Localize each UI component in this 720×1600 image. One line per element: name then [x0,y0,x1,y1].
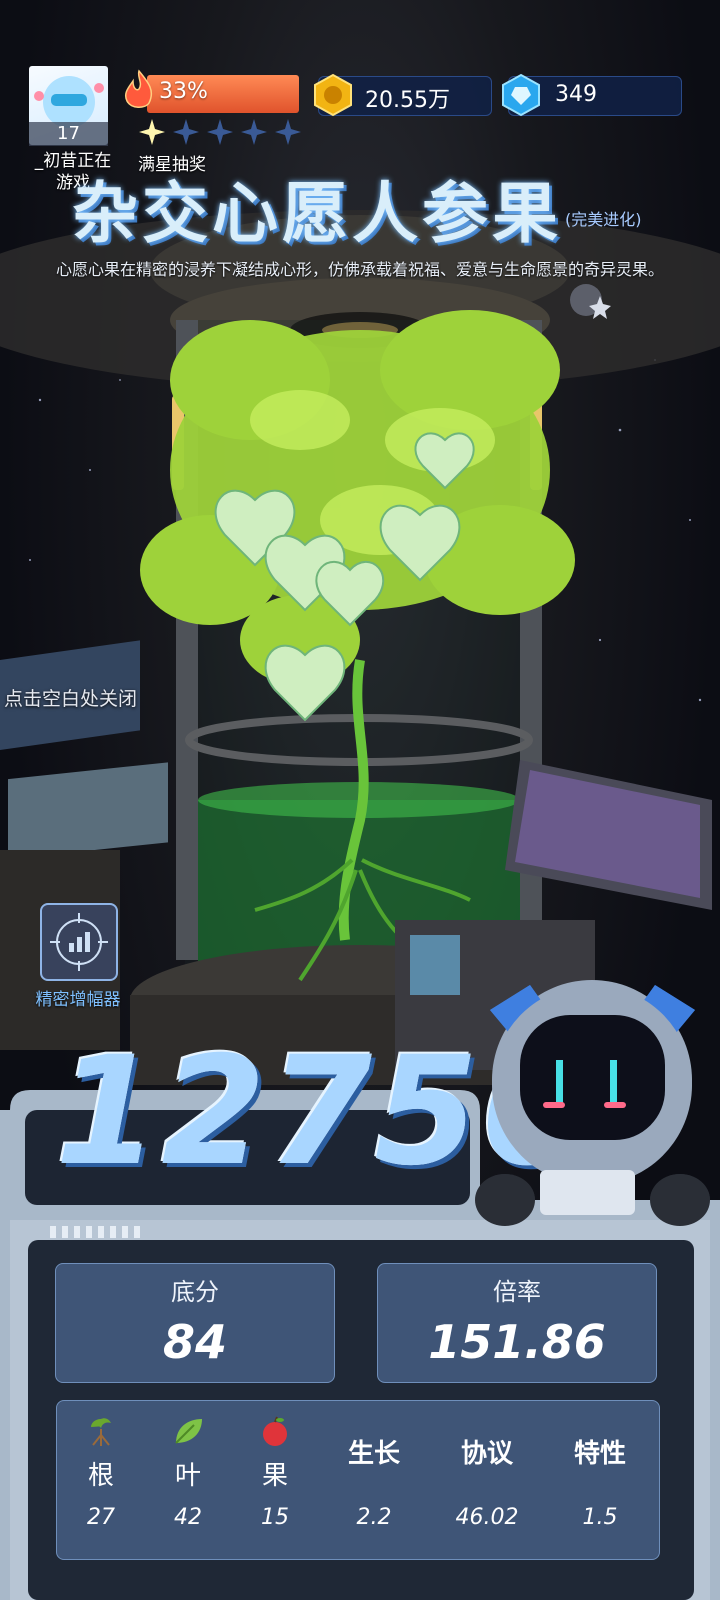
game-background[interactable]: 17 _初昔正在 游戏 33% 满星抽奖 20.55万 349 杂交心愿人参果 … [0,0,720,1600]
star-rating [138,118,302,148]
attribute-value: 2.2 [356,1505,392,1530]
apple-icon [263,1416,287,1446]
multiplier-value: 151.86 [428,1315,606,1369]
blue-gem-icon [502,73,540,117]
attribute-name: 根 [87,1461,114,1491]
player-level: 17 [29,122,108,146]
attribute-name: 协议 [460,1439,513,1469]
attribute-value: 42 [174,1505,202,1530]
attribute-name: 特性 [573,1439,626,1469]
base-score-box: 底分 84 [55,1263,335,1383]
multiplier-box: 倍率 151.86 [377,1263,657,1383]
gold-coin-icon [314,73,352,117]
precision-amplifier-button[interactable] [40,903,118,981]
attribute-value: 27 [87,1505,115,1530]
gem-currency[interactable]: 349 [502,73,682,117]
precision-amplifier-label: 精密增幅器 [35,990,121,1010]
energy-percent: 33% [159,79,208,104]
leaf-icon [175,1419,202,1444]
flame-icon [124,69,153,108]
robot-mascot [475,985,710,1226]
close-hint[interactable]: 点击空白处关闭 [4,684,137,711]
attribute-name: 生长 [347,1439,400,1469]
star-empty-icon [173,119,199,145]
attribute-value: 1.5 [582,1505,618,1530]
target-chart-icon [50,913,108,971]
star-empty-icon [275,119,301,145]
energy-bar[interactable]: 33% [124,69,303,115]
base-score-value: 84 [162,1315,227,1369]
star-badge-icon[interactable] [560,278,620,328]
star-filled-icon [139,119,165,145]
gold-currency[interactable]: 20.55万 [314,73,492,117]
star-empty-icon [241,119,267,145]
attribute-name: 果 [261,1461,288,1491]
evolution-tag: (完美进化) [565,210,642,229]
gold-amount: 20.55万 [365,88,450,113]
star-empty-icon [207,119,233,145]
attribute-panel: 根 27 叶 42 果 15 生长 2.2 协议 46.02 特性 1.5 [56,1400,660,1560]
multiplier-label: 倍率 [493,1278,541,1306]
attribute-name: 叶 [174,1461,201,1491]
attribute-value: 46.02 [455,1505,519,1530]
base-score-label: 底分 [171,1278,219,1306]
gem-amount: 349 [555,82,597,107]
item-title: 杂交心愿人参果 [72,175,562,252]
attribute-value: 15 [261,1505,289,1530]
root-sprout-icon [91,1418,111,1446]
